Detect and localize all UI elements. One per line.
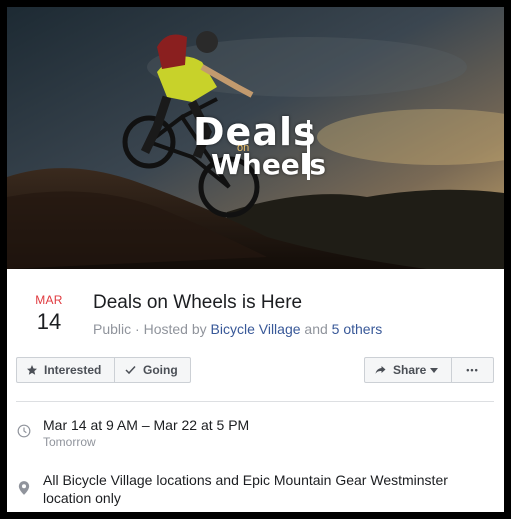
event-card: Deals on Wheels MAR 14 Deals on Wheels i…	[7, 7, 504, 512]
share-button[interactable]: Share	[364, 357, 452, 383]
logo-bar	[307, 120, 310, 180]
share-label: Share	[393, 363, 427, 377]
share-arrow-icon	[375, 366, 386, 374]
other-hosts-link[interactable]: 5 others	[332, 321, 383, 337]
event-privacy: Public	[93, 321, 132, 337]
section-divider	[16, 401, 494, 402]
event-date-month: MAR	[35, 293, 63, 307]
clock-icon	[17, 424, 31, 438]
more-options-button[interactable]: •••	[451, 357, 494, 383]
event-title[interactable]: Deals on Wheels is Here	[93, 292, 302, 314]
event-host-line: Public · Hosted by Bicycle Village and 5…	[93, 321, 382, 337]
chevron-down-icon	[430, 367, 439, 373]
host-link[interactable]: Bicycle Village	[211, 321, 301, 337]
check-icon	[125, 365, 136, 375]
interested-label: Interested	[44, 363, 102, 377]
event-cover-photo[interactable]: Deals on Wheels	[7, 7, 504, 269]
hosted-by-label: · Hosted by	[131, 321, 211, 337]
event-time-relative: Tomorrow	[43, 435, 96, 449]
interested-button[interactable]: Interested	[16, 357, 115, 383]
event-date: MAR 14	[29, 293, 69, 335]
event-date-day: 14	[36, 309, 62, 334]
ellipsis-icon: •••	[466, 365, 479, 375]
going-label: Going	[143, 363, 178, 377]
star-icon	[27, 365, 37, 375]
and-label: and	[300, 321, 332, 337]
going-button[interactable]: Going	[114, 357, 191, 383]
event-location[interactable]: All Bicycle Village locations and Epic M…	[43, 471, 483, 507]
deals-on-wheels-logo: Deals on Wheels	[193, 110, 343, 190]
event-time-range[interactable]: Mar 14 at 9 AM – Mar 22 at 5 PM	[43, 417, 249, 433]
map-pin-icon	[18, 481, 30, 495]
